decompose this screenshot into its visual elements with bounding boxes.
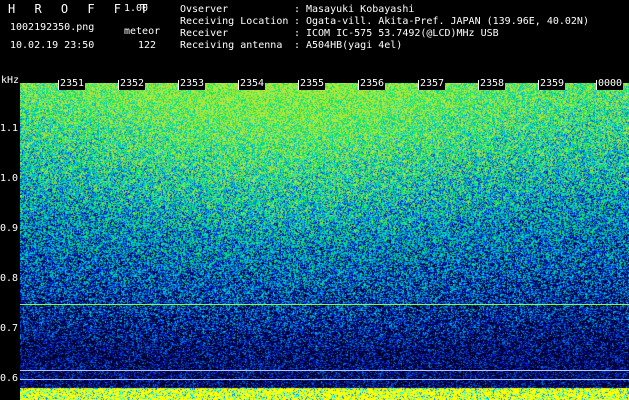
freq-unit-label: kHz xyxy=(1,75,20,86)
meteor-count: 122 xyxy=(138,40,157,51)
time-tick: 0000 xyxy=(597,78,624,90)
freq-tick: 0.6 xyxy=(0,373,19,384)
info-colon: : xyxy=(294,4,301,15)
time-tick: 2356 xyxy=(359,78,386,90)
filename-label: 1002192350.png xyxy=(10,22,95,33)
time-tick: 2359 xyxy=(539,78,566,90)
info-row-receiver: Receiver : ICOM IC-575 53.7492(@LCD)MHz … xyxy=(180,28,620,40)
info-value: Ogata-vill. Akita-Pref. JAPAN (139.96E, … xyxy=(306,16,589,27)
info-key: Ovserver xyxy=(180,4,229,15)
info-colon: : xyxy=(294,16,301,27)
spectrogram-canvas xyxy=(20,83,629,400)
time-tick: 2352 xyxy=(119,78,146,90)
time-tick: 2357 xyxy=(419,78,446,90)
time-tick: 2353 xyxy=(179,78,206,90)
info-value: A504HB(yagi 4el) xyxy=(306,40,403,51)
reference-line-lower xyxy=(20,379,629,380)
freq-tick: 0.8 xyxy=(0,273,19,284)
freq-tick: 1.1 xyxy=(0,123,19,134)
info-row-observer: Ovserver : Masayuki Kobayashi xyxy=(180,4,620,16)
info-row-location: Receiving Location : Ogata-vill. Akita-P… xyxy=(180,16,620,28)
info-value: Masayuki Kobayashi xyxy=(306,4,415,15)
freq-tick: 0.7 xyxy=(0,323,19,334)
time-tick: 2355 xyxy=(299,78,326,90)
info-colon: : xyxy=(294,28,301,39)
info-colon: : xyxy=(294,40,301,51)
info-key: Receiver xyxy=(180,28,229,39)
info-row-antenna: Receiving antenna : A504HB(yagi 4el) xyxy=(180,40,620,52)
time-tick: 2351 xyxy=(59,78,86,90)
time-tick: 2354 xyxy=(239,78,266,90)
info-key: Receiving antenna xyxy=(180,40,283,51)
version-label: 1.00 xyxy=(124,3,149,14)
info-key: Receiving Location xyxy=(180,16,289,27)
time-tick: 2358 xyxy=(479,78,506,90)
mode-label: meteor xyxy=(124,26,161,37)
info-value: ICOM IC-575 53.7492(@LCD)MHz USB xyxy=(306,28,499,39)
freq-tick: 1.0 xyxy=(0,173,19,184)
freq-tick: 0.9 xyxy=(0,223,19,234)
meteor-line xyxy=(20,304,629,305)
datetime-label: 10.02.19 23:50 xyxy=(10,40,95,51)
reference-line-upper xyxy=(20,370,629,371)
